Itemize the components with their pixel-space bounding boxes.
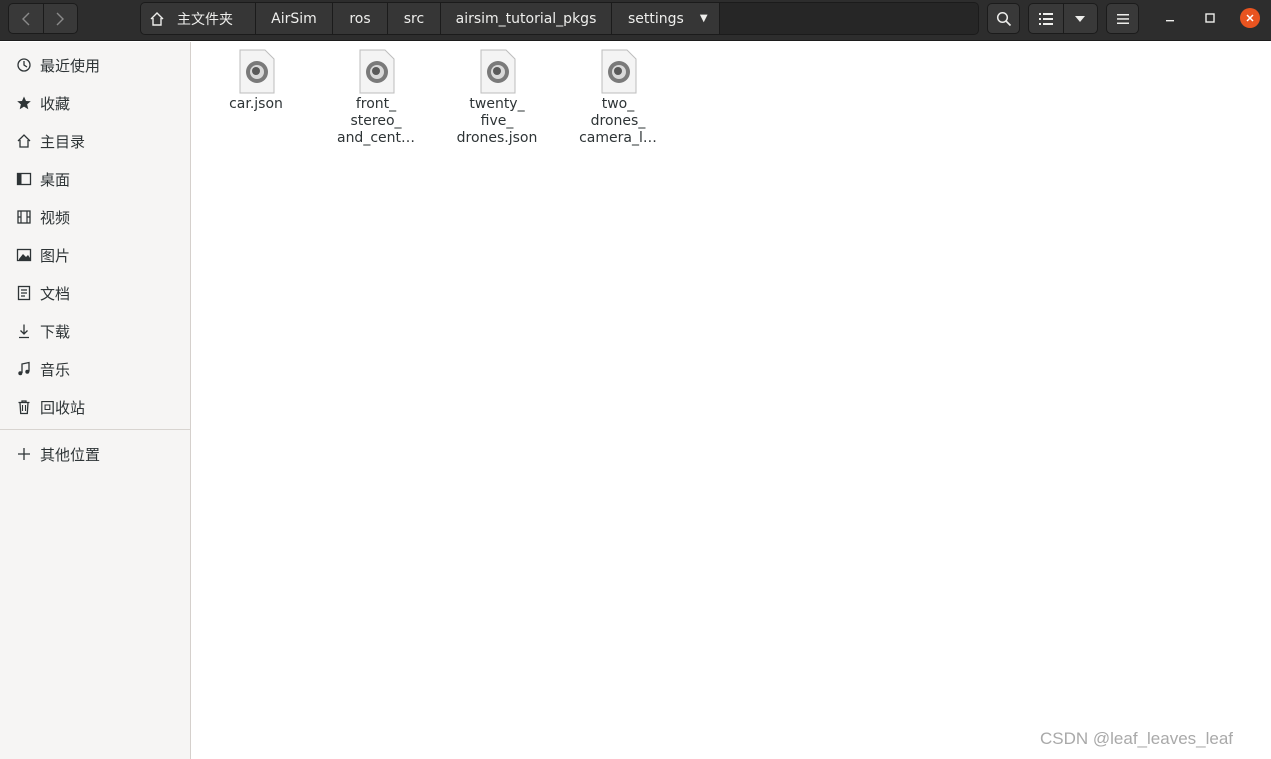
back-button[interactable] <box>9 4 43 33</box>
desktop-icon <box>16 171 32 187</box>
list-view-icon <box>1038 12 1053 25</box>
sidebar-item-music[interactable]: 音乐 <box>0 351 190 387</box>
search-button[interactable] <box>987 3 1020 34</box>
sidebar-item-other-locations[interactable]: 其他位置 <box>0 436 190 472</box>
breadcrumb-label: AirSim <box>271 10 317 27</box>
file-name: front_ stereo_ and_cent… <box>336 96 415 146</box>
breadcrumb-src[interactable]: src <box>388 3 441 34</box>
file-item[interactable]: car.json <box>201 42 311 113</box>
close-icon <box>1246 14 1254 22</box>
main-menu-button[interactable] <box>1106 3 1139 34</box>
home-icon <box>16 133 32 149</box>
header-bar: 主文件夹 AirSim ros src airsim_tutorial_pkgs… <box>0 0 1271 41</box>
close-button[interactable] <box>1240 8 1260 28</box>
watermark: CSDN @leaf_leaves_leaf <box>1040 729 1234 748</box>
sidebar-item-label: 下载 <box>40 322 71 341</box>
file-manager-window: 主文件夹 AirSim ros src airsim_tutorial_pkgs… <box>0 0 1271 759</box>
breadcrumb-label: airsim_tutorial_pkgs <box>455 10 597 27</box>
file-view: car.json front_ stereo_ and_cent… twenty… <box>191 42 1271 759</box>
minimize-icon <box>1166 20 1174 22</box>
maximize-button[interactable] <box>1200 8 1220 28</box>
sidebar-item-documents[interactable]: 文档 <box>0 275 190 311</box>
breadcrumb-ros[interactable]: ros <box>333 3 388 34</box>
minimize-button[interactable] <box>1160 8 1180 28</box>
home-icon <box>150 11 164 26</box>
view-toggle-group <box>1028 3 1098 34</box>
json-file-icon <box>480 49 516 94</box>
sidebar-item-label: 视频 <box>40 208 71 227</box>
sidebar-item-label: 其他位置 <box>40 445 101 464</box>
file-item[interactable]: two_ drones_ camera_l… <box>563 42 673 147</box>
sidebar-item-starred[interactable]: 收藏 <box>0 85 190 121</box>
file-name: twenty_ five_ drones.json <box>456 96 538 146</box>
sidebar-item-label: 桌面 <box>40 170 71 189</box>
breadcrumb-empty-area <box>720 3 978 34</box>
file-name: two_ drones_ camera_l… <box>579 96 657 146</box>
star-icon <box>16 95 32 111</box>
chevron-left-icon <box>21 12 30 25</box>
breadcrumb-airsim-tutorial-pkgs[interactable]: airsim_tutorial_pkgs <box>441 3 612 34</box>
sidebar-item-label: 主目录 <box>40 132 86 151</box>
sidebar-separator <box>0 429 190 430</box>
forward-button[interactable] <box>42 4 77 33</box>
breadcrumb-label: ros <box>349 10 371 27</box>
file-name: car.json <box>229 96 283 112</box>
sidebar-item-recent[interactable]: 最近使用 <box>0 47 190 83</box>
video-icon <box>16 209 32 225</box>
breadcrumb-label: settings <box>628 10 684 27</box>
sidebar-item-desktop[interactable]: 桌面 <box>0 161 190 197</box>
caret-down-icon: ▼ <box>699 13 708 24</box>
navigation-buttons <box>8 3 78 34</box>
view-mode-button[interactable] <box>1029 4 1063 33</box>
sidebar-item-label: 图片 <box>40 246 71 265</box>
plus-icon <box>16 446 32 462</box>
json-file-icon <box>601 49 637 94</box>
maximize-icon <box>1205 13 1215 23</box>
sidebar-item-downloads[interactable]: 下载 <box>0 313 190 349</box>
sidebar-item-label: 回收站 <box>40 398 86 417</box>
chevron-right-icon <box>56 12 65 25</box>
sidebar-item-trash[interactable]: 回收站 <box>0 389 190 425</box>
music-icon <box>16 361 32 377</box>
download-icon <box>16 323 32 339</box>
breadcrumb-home[interactable]: 主文件夹 <box>141 3 256 34</box>
sidebar-item-label: 音乐 <box>40 360 71 379</box>
breadcrumb-airsim[interactable]: AirSim <box>256 3 333 34</box>
sidebar-item-home[interactable]: 主目录 <box>0 123 190 159</box>
hamburger-icon <box>1116 13 1129 24</box>
view-options-button[interactable] <box>1062 4 1097 33</box>
file-item[interactable]: front_ stereo_ and_cent… <box>321 42 431 147</box>
sidebar-item-label: 收藏 <box>40 94 71 113</box>
recent-icon <box>16 57 32 73</box>
sidebar-item-videos[interactable]: 视频 <box>0 199 190 235</box>
search-icon <box>996 11 1011 26</box>
breadcrumb-label: 主文件夹 <box>177 11 233 28</box>
json-file-icon <box>359 49 395 94</box>
document-icon <box>16 285 32 301</box>
sidebar-item-pictures[interactable]: 图片 <box>0 237 190 273</box>
picture-icon <box>16 247 32 263</box>
breadcrumb-label: src <box>403 10 425 27</box>
sidebar-item-label: 文档 <box>40 284 71 303</box>
sidebar: 最近使用 收藏 主目录 桌面 视频 图片 文档 下载 音乐 回收站 其他位置 <box>0 42 191 759</box>
breadcrumb: 主文件夹 AirSim ros src airsim_tutorial_pkgs… <box>140 2 979 35</box>
chevron-down-icon <box>1075 15 1086 22</box>
json-file-icon <box>239 49 275 94</box>
file-item[interactable]: twenty_ five_ drones.json <box>442 42 552 147</box>
sidebar-item-label: 最近使用 <box>40 56 101 75</box>
breadcrumb-settings[interactable]: settings ▼ <box>612 3 720 34</box>
trash-icon <box>16 399 32 415</box>
